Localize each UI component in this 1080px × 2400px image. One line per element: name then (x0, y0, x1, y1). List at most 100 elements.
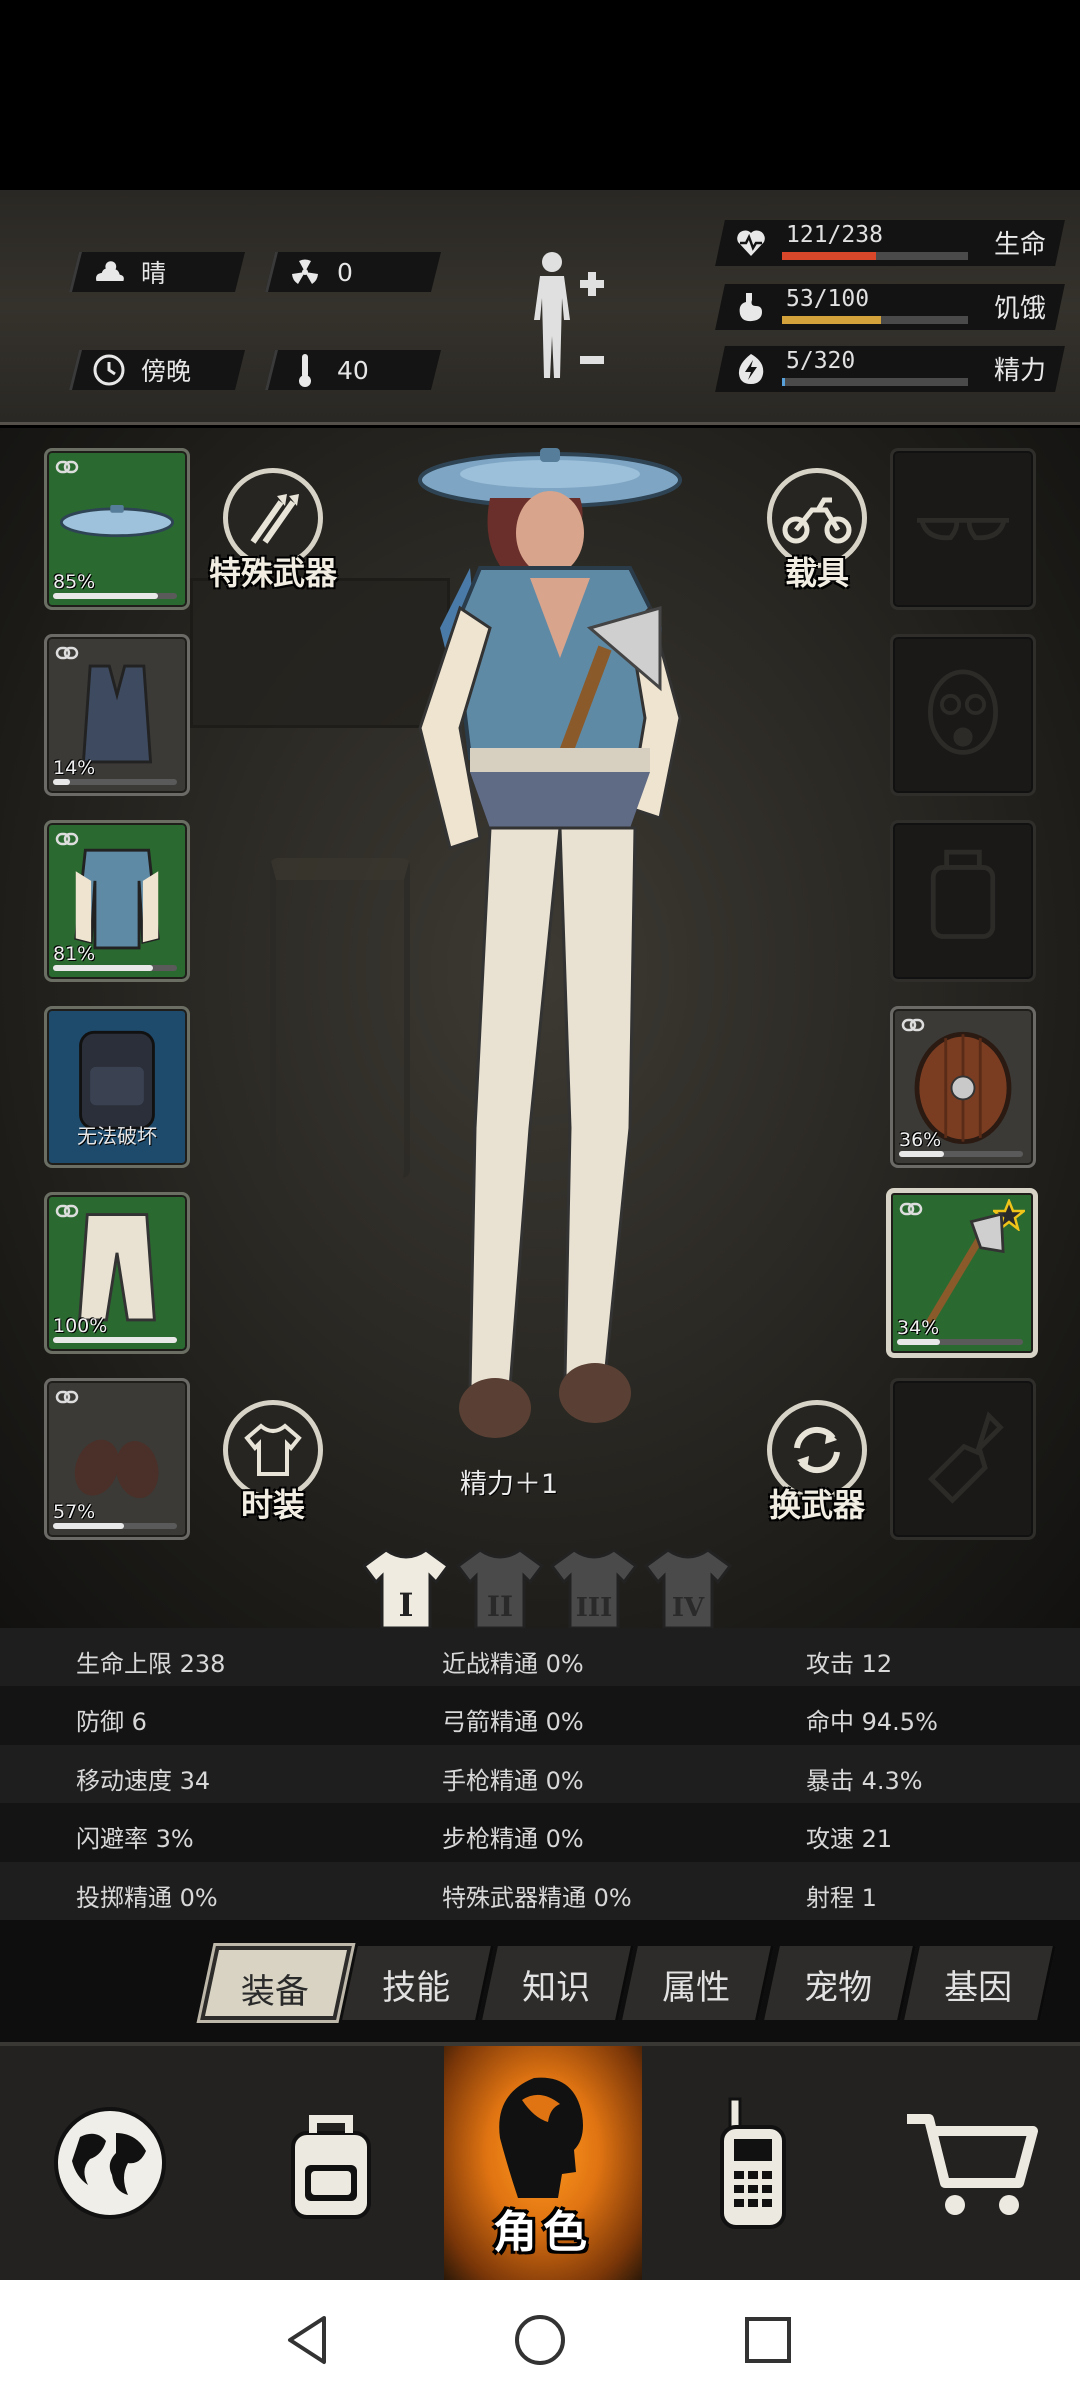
attribute-row: 生命上限 238 近战精通 0% 攻击 12 (0, 1628, 1080, 1687)
radiation-icon (287, 254, 323, 290)
system-home-button[interactable] (510, 2310, 570, 2370)
tab-label: 装备 (240, 1972, 309, 2012)
slot-vest[interactable]: 14% (44, 634, 190, 796)
backpack-icon (291, 2115, 371, 2219)
temperature-pill: 40 (265, 350, 441, 390)
human-body-icon (534, 252, 604, 378)
vehicle-button[interactable]: 载具 (762, 468, 872, 608)
slot-shoes[interactable]: 57% (44, 1378, 190, 1540)
hunger-label: 饥饿 (994, 294, 1047, 324)
slot-glasses[interactable] (890, 448, 1036, 610)
energy-icon (734, 352, 768, 386)
radio-icon (720, 2097, 786, 2229)
hunger-bar (782, 316, 968, 324)
attribute-cell: 手枪精通 0% (442, 1766, 584, 1795)
vital-row-hunger: 53/100 饥饿 (715, 284, 1065, 330)
special-weapon-button[interactable]: 特殊武器 (209, 468, 337, 608)
body-status-button[interactable] (522, 248, 622, 398)
cloud-sun-icon (91, 254, 127, 290)
attribute-cell: 攻速 21 (806, 1825, 893, 1854)
tab-genes[interactable]: 基因 (904, 1946, 1056, 2020)
heart-icon (734, 226, 768, 260)
outfit-tab-1[interactable]: I (360, 1544, 452, 1632)
health-label: 生命 (994, 230, 1047, 260)
tab-label: 宠物 (804, 1968, 873, 2008)
hat-durability-bar (53, 593, 177, 599)
back-triangle-icon (288, 2316, 326, 2364)
health-value: 121/238 (786, 222, 883, 248)
energy-value: 5/320 (786, 348, 856, 374)
attribute-cell: 弓箭精通 0% (442, 1708, 584, 1737)
slot-accessory[interactable] (890, 820, 1036, 982)
nav-inventory[interactable] (220, 2046, 442, 2280)
weather-pill: 晴 (69, 252, 245, 292)
outfit-tab-4-numeral: IV (672, 1593, 705, 1623)
vest-durability: 14% (53, 757, 96, 779)
temperature-value: 40 (337, 355, 369, 385)
thermometer-icon (287, 352, 323, 388)
attribute-cell: 生命上限 238 (76, 1650, 226, 1678)
fashion-button[interactable]: 时装 (218, 1400, 328, 1540)
outfit-tab-2[interactable]: II (454, 1544, 546, 1632)
tab-attributes[interactable]: 属性 (622, 1946, 774, 2020)
shoes-durability-bar (53, 1523, 177, 1529)
outfit-tab-4[interactable]: IV (642, 1544, 734, 1632)
shirt-tab-icon: III (549, 1548, 639, 1630)
attribute-row: 闪避率 3% 步枪精通 0% 攻速 21 (0, 1803, 1080, 1862)
hunger-value: 53/100 (786, 286, 870, 312)
slot-jacket[interactable]: 81% (44, 820, 190, 982)
attribute-cell: 命中 94.5% (806, 1708, 938, 1737)
outfit-tab-3[interactable]: III (548, 1544, 640, 1632)
attribute-cell: 步枪精通 0% (442, 1825, 584, 1854)
slot-hat[interactable]: 85% (44, 448, 190, 610)
recents-square-icon (745, 2317, 791, 2363)
attribute-cell: 暴击 4.3% (806, 1766, 923, 1795)
tab-label: 属性 (662, 1968, 731, 2008)
pouch-placeholder-icon (930, 849, 996, 939)
attribute-cell: 射程 1 (806, 1883, 877, 1912)
radiation-pill: 0 (265, 252, 441, 292)
top-black-band (0, 0, 1080, 190)
attribute-cell: 投掷精通 0% (76, 1883, 218, 1912)
globe-icon (54, 2107, 166, 2219)
shirt-tab-icon: I (361, 1548, 451, 1630)
nav-character-label: 角色 (493, 2207, 593, 2258)
attribute-row: 投掷精通 0% 特殊武器精通 0% 射程 1 (0, 1861, 1080, 1920)
slot-shield[interactable]: 36% (890, 1006, 1036, 1168)
attribute-cell: 移动速度 34 (76, 1766, 211, 1795)
vehicle-label: 载具 (784, 554, 849, 592)
tab-skills[interactable]: 技能 (342, 1946, 494, 2020)
backpack-note: 无法破坏 (77, 1124, 157, 1148)
axe-durability-bar (897, 1339, 1023, 1345)
tab-equipment[interactable]: 装备 (200, 1946, 352, 2020)
slot-backpack[interactable]: 无法破坏 (44, 1006, 190, 1168)
weather-value: 晴 (141, 259, 167, 288)
nav-character[interactable]: 角色 (444, 2046, 642, 2280)
slot-mask[interactable] (890, 634, 1036, 796)
nav-shop[interactable] (862, 2046, 1080, 2280)
tab-knowledge[interactable]: 知识 (482, 1946, 634, 2020)
nav-radio[interactable] (642, 2046, 862, 2280)
crossed-tools-icon (250, 494, 299, 544)
swap-weapon-button[interactable]: 换武器 (762, 1400, 872, 1540)
shoes-durability: 57% (53, 1501, 96, 1523)
bottom-navigation: 角色 (0, 2042, 1080, 2280)
category-tabbar: 装备 技能 知识 属性 宠物 基因 (0, 1920, 1080, 2042)
outfit-tab-3-numeral: III (576, 1593, 613, 1623)
system-back-button[interactable] (278, 2310, 338, 2370)
attribute-cell: 近战精通 0% (442, 1650, 584, 1678)
shirt-tab-icon: II (455, 1548, 545, 1630)
vital-row-energy: 5/320 精力 (715, 346, 1065, 392)
slot-pants[interactable]: 100% (44, 1192, 190, 1354)
clock-icon (91, 352, 127, 388)
shield-durability: 36% (899, 1129, 942, 1151)
energy-bar (782, 378, 968, 386)
slot-throwable[interactable] (890, 1378, 1036, 1540)
nav-map[interactable] (0, 2046, 220, 2280)
system-recents-button[interactable] (738, 2310, 798, 2370)
axe-durability: 34% (897, 1317, 940, 1339)
swap-arrows-icon (794, 1426, 840, 1474)
cart-icon (907, 2114, 1038, 2215)
tab-pets[interactable]: 宠物 (764, 1946, 916, 2020)
slot-weapon[interactable]: 34% (886, 1188, 1038, 1358)
